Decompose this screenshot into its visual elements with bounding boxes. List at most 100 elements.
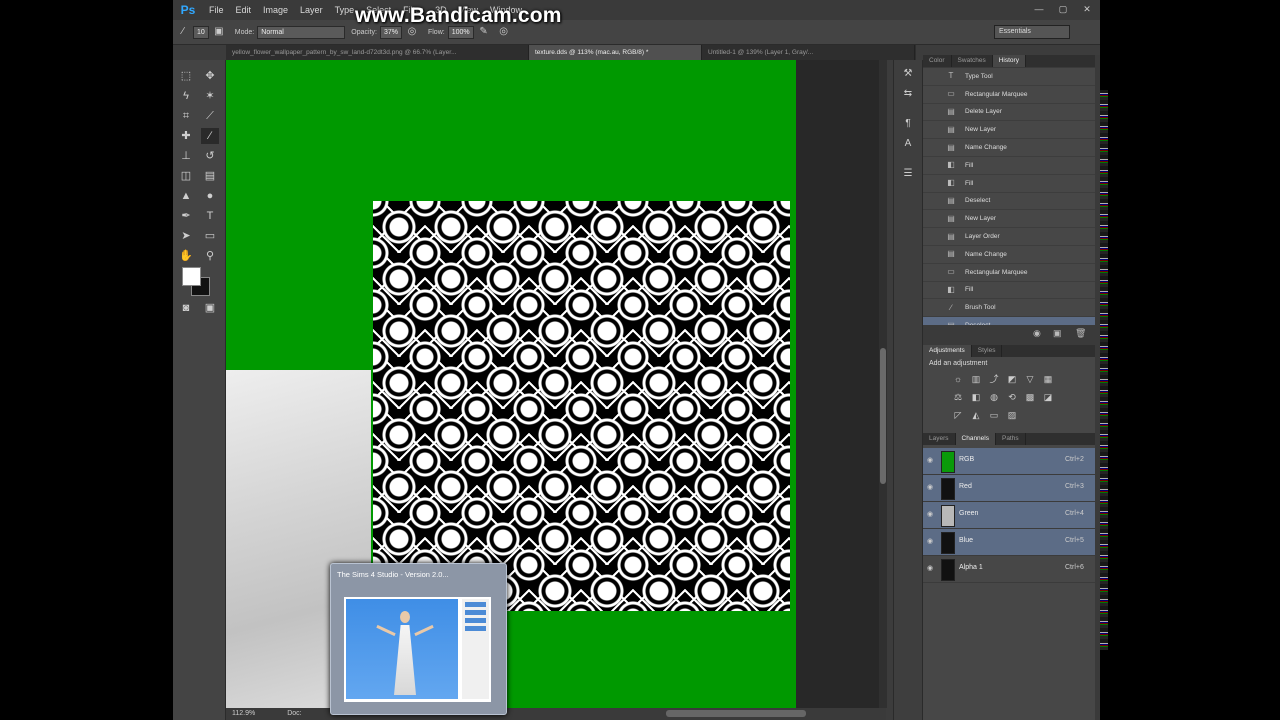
brush-panel-icon[interactable]: ▣ xyxy=(212,25,226,39)
tab-styles[interactable]: Styles xyxy=(972,345,1003,357)
workspace-select[interactable]: Essentials xyxy=(994,25,1070,39)
dodge-tool-icon[interactable]: ● xyxy=(201,188,219,204)
channel-row[interactable]: ◉ Alpha 1 Ctrl+6 xyxy=(923,556,1095,583)
tab-adjustments[interactable]: Adjustments xyxy=(923,345,972,357)
canvas-area[interactable] xyxy=(226,60,886,708)
history-item[interactable]: ▤ Deselect xyxy=(923,317,1095,325)
brush-size-field[interactable]: 10 xyxy=(193,25,209,39)
menu-layer[interactable]: Layer xyxy=(294,5,329,15)
history-item[interactable]: ▤ Delete Layer xyxy=(923,104,1095,122)
history-item[interactable]: ∕ Brush Tool xyxy=(923,299,1095,318)
invert-icon[interactable]: ◪ xyxy=(1040,389,1056,405)
history-item[interactable]: ▤ Layer Order xyxy=(923,228,1095,246)
history-item[interactable]: ▤ New Layer xyxy=(923,121,1095,140)
crop-tool-icon[interactable]: ⌗ xyxy=(177,108,195,124)
history-item[interactable]: ▭ Rectangular Marquee xyxy=(923,86,1095,104)
history-item[interactable]: T Type Tool xyxy=(923,68,1095,86)
vertical-scrollbar[interactable] xyxy=(879,60,887,708)
black-white-icon[interactable]: ◧ xyxy=(968,389,984,405)
eraser-icon[interactable]: ◫ xyxy=(177,168,195,184)
tab-layers[interactable]: Layers xyxy=(923,433,956,445)
menu-edit[interactable]: Edit xyxy=(230,5,258,15)
visibility-eye-icon[interactable]: ◉ xyxy=(927,564,937,574)
shape-tool-icon[interactable]: ▭ xyxy=(201,228,219,244)
channel-row[interactable]: ◉ Blue Ctrl+5 xyxy=(923,529,1095,556)
new-document-icon[interactable]: ▣ xyxy=(1053,328,1062,339)
visibility-eye-icon[interactable]: ◉ xyxy=(927,510,937,520)
posterize-icon[interactable]: ◸ xyxy=(950,407,966,423)
pen-tool-icon[interactable]: ✒ xyxy=(177,208,195,224)
visibility-eye-icon[interactable]: ◉ xyxy=(927,537,937,547)
history-item[interactable]: ▤ Name Change xyxy=(923,139,1095,157)
menu-file[interactable]: File xyxy=(203,5,230,15)
minimize-icon[interactable]: — xyxy=(1030,2,1048,16)
curves-icon[interactable]: ⤴ xyxy=(986,371,1002,387)
exposure-icon[interactable]: ◩ xyxy=(1004,371,1020,387)
paragraph-icon[interactable]: ¶ xyxy=(900,116,916,132)
color-balance-icon[interactable]: ⚖ xyxy=(950,389,966,405)
tab-paths[interactable]: Paths xyxy=(996,433,1026,445)
tab-channels[interactable]: Channels xyxy=(955,433,996,445)
history-item[interactable]: ▤ Name Change xyxy=(923,246,1095,264)
visibility-eye-icon[interactable]: ◉ xyxy=(927,483,937,493)
visibility-eye-icon[interactable]: ◉ xyxy=(927,456,937,466)
photo-filter-icon[interactable]: ◍ xyxy=(986,389,1002,405)
threshold-icon[interactable]: ◭ xyxy=(968,407,984,423)
mode-select[interactable]: Normal xyxy=(257,25,346,39)
tab-document-1[interactable]: yellow_flower_wallpaper_pattern_by_sw_la… xyxy=(226,45,529,60)
history-item[interactable]: ▤ New Layer xyxy=(923,210,1095,229)
vertical-scroll-thumb[interactable] xyxy=(880,348,886,484)
character-icon[interactable]: A xyxy=(900,136,916,152)
brush-tool-icon[interactable]: ∕ xyxy=(201,128,219,144)
zoom-tool-icon[interactable]: ⚲ xyxy=(201,248,219,264)
marquee-tool-icon[interactable]: ⬚ xyxy=(177,68,195,84)
history-item[interactable]: ▭ Rectangular Marquee xyxy=(923,264,1095,282)
color-lookup-icon[interactable]: ▩ xyxy=(1022,389,1038,405)
channel-row[interactable]: ◉ Green Ctrl+4 xyxy=(923,502,1095,529)
selective-color-icon[interactable]: ▨ xyxy=(1004,407,1020,423)
blur-tool-icon[interactable]: ▲ xyxy=(177,188,195,204)
channel-mixer-icon[interactable]: ⟲ xyxy=(1004,389,1020,405)
move-tool-icon[interactable]: ✥ xyxy=(201,68,219,84)
brush-panel-icon[interactable]: ☰ xyxy=(900,166,916,182)
eyedropper-icon[interactable]: ⟋ xyxy=(201,108,219,124)
hue-saturation-icon[interactable]: ▦ xyxy=(1040,371,1056,387)
close-icon[interactable]: ✕ xyxy=(1078,2,1096,16)
tab-swatches[interactable]: Swatches xyxy=(952,55,993,67)
quick-select-icon[interactable]: ✶ xyxy=(201,88,219,104)
gradient-icon[interactable]: ▤ xyxy=(201,168,219,184)
healing-tool-icon[interactable]: ✚ xyxy=(177,128,195,144)
history-item[interactable]: ▤ Deselect xyxy=(923,193,1095,211)
channel-row[interactable]: ◉ Red Ctrl+3 xyxy=(923,475,1095,502)
properties-icon[interactable]: ⇆ xyxy=(900,86,916,102)
brightness-contrast-icon[interactable]: ☼ xyxy=(950,371,966,387)
channel-row[interactable]: ◉ RGB Ctrl+2 xyxy=(923,448,1095,475)
gradient-map-icon[interactable]: ▭ xyxy=(986,407,1002,423)
tab-color[interactable]: Color xyxy=(923,55,952,67)
quick-mask-icon[interactable]: ◙ xyxy=(177,300,195,316)
tab-document-3[interactable]: Untitled-1 @ 139% (Layer 1, Gray/... xyxy=(702,45,915,60)
horizontal-scroll-thumb[interactable] xyxy=(666,710,806,717)
history-item[interactable]: ◧ Fill xyxy=(923,282,1095,300)
hand-tool-icon[interactable]: ✋ xyxy=(177,248,195,264)
menu-image[interactable]: Image xyxy=(257,5,294,15)
zoom-readout[interactable]: 112.9% xyxy=(232,710,255,717)
path-select-icon[interactable]: ➤ xyxy=(177,228,195,244)
levels-icon[interactable]: ▥ xyxy=(968,371,984,387)
tool-presets-icon[interactable]: ⚒ xyxy=(900,66,916,82)
type-tool-icon[interactable]: T xyxy=(201,208,219,224)
clone-stamp-icon[interactable]: ⊥ xyxy=(177,148,195,164)
trash-icon[interactable]: 🗑 xyxy=(1075,328,1086,339)
history-item[interactable]: ◧ Fill xyxy=(923,175,1095,193)
taskbar-preview-window[interactable]: The Sims 4 Studio - Version 2.0... xyxy=(330,563,507,715)
vibrance-icon[interactable]: ▽ xyxy=(1022,371,1038,387)
maximize-icon[interactable]: ▢ xyxy=(1054,2,1072,16)
snapshot-icon[interactable]: ◉ xyxy=(1033,328,1041,339)
history-item[interactable]: ◧ Fill xyxy=(923,157,1095,175)
history-brush-icon[interactable]: ↺ xyxy=(201,148,219,164)
tab-document-2[interactable]: texture.dds @ 113% (mac.au, RGB/8) * xyxy=(529,45,702,60)
foreground-color-swatch[interactable] xyxy=(182,267,201,286)
brush-preset-icon[interactable]: ∕ xyxy=(176,25,190,39)
screen-mode-icon[interactable]: ▣ xyxy=(201,300,219,316)
tab-history[interactable]: History xyxy=(992,55,1026,67)
